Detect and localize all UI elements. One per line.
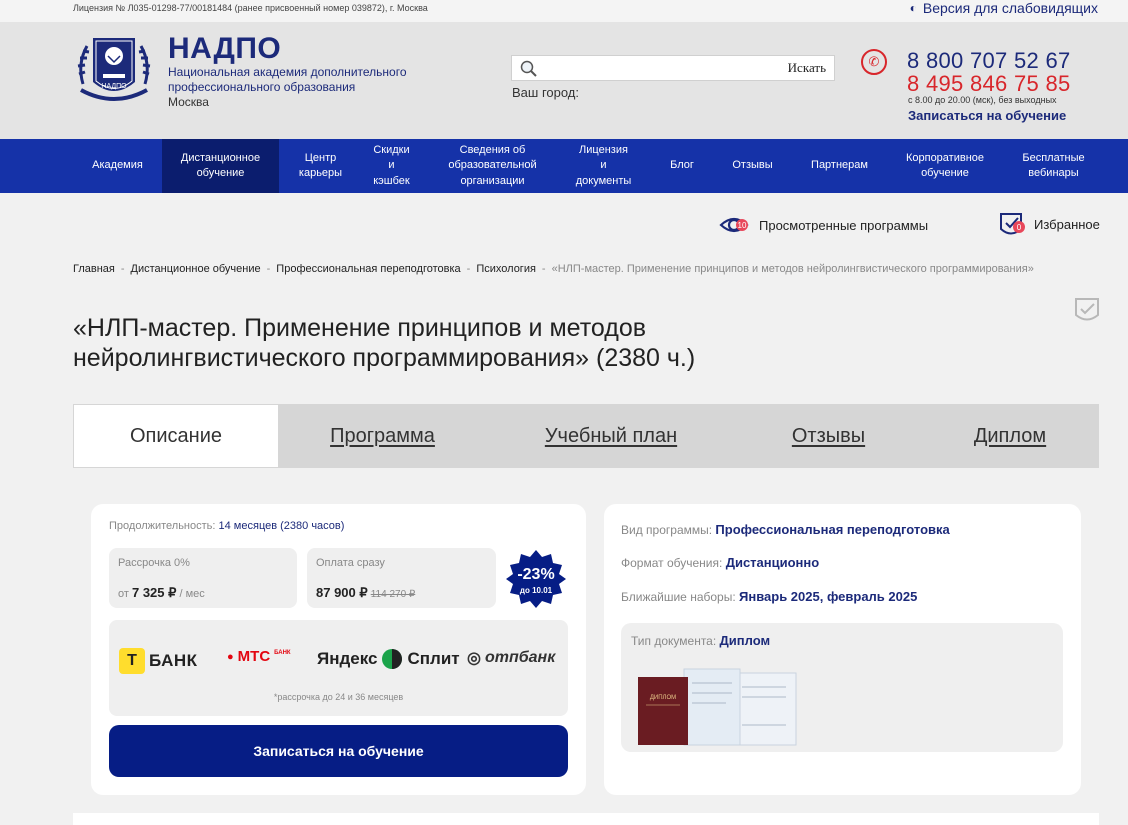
installment-price: от 7 325 ₽ / мес <box>118 585 205 600</box>
discount-badge: -23% до 10.01 <box>505 548 567 610</box>
signup-button[interactable]: Записаться на обучение <box>109 725 568 777</box>
svg-text:НАДПО: НАДПО <box>101 83 127 90</box>
breadcrumb-separator: - <box>266 263 271 275</box>
breadcrumb-distance-learning[interactable]: Дистанционное обучение <box>131 263 261 275</box>
phone-icon: ✆ <box>861 49 887 75</box>
document-box: Тип документа: Диплом ДИПЛОМ <box>621 623 1063 752</box>
brand-name[interactable]: НАДПО <box>168 32 281 66</box>
breadcrumb-home[interactable]: Главная <box>73 263 115 275</box>
viewed-programs-label: Просмотренные программы <box>759 217 929 233</box>
diploma-image[interactable]: ДИПЛОМ <box>636 663 806 748</box>
split-icon <box>382 649 403 669</box>
tab-description[interactable]: Описание <box>74 405 278 467</box>
next-intake: Ближайшие наборы: Январь 2025, февраль 2… <box>621 589 918 604</box>
favorites-shield-icon: 0 <box>999 211 1025 237</box>
search-button[interactable]: Искать <box>788 60 826 76</box>
add-to-favorites-icon[interactable] <box>1074 296 1100 324</box>
installment-note: *рассрочка до 24 и 36 месяцев <box>273 692 404 702</box>
breadcrumb-separator: - <box>466 263 471 275</box>
nav-item-blog[interactable]: Блог <box>643 139 721 193</box>
nav-item-distance-learning[interactable]: Дистанционное обучение <box>162 139 279 193</box>
installment-label: Рассрочка 0% <box>118 557 190 569</box>
tbank-logo: Т БАНК <box>119 648 198 674</box>
nav-item-org-info[interactable]: Сведения об образовательной организации <box>421 139 564 193</box>
study-format: Формат обучения: Дистанционно <box>621 555 820 570</box>
partner-banks: Т БАНК ● МТС БАНК Яндекс Сплит ◎ отпбанк… <box>109 620 568 716</box>
full-payment-label: Оплата сразу <box>316 557 385 569</box>
breadcrumb: Главная - Дистанционное обучение - Профе… <box>73 263 1034 275</box>
accessibility-label: Версия для слабовидящих <box>922 0 1098 16</box>
header-signup-link[interactable]: Записаться на обучение <box>908 108 1066 123</box>
nav-item-academy[interactable]: Академия <box>73 139 162 193</box>
search-input[interactable] <box>546 59 776 77</box>
viewed-eye-icon: 10 <box>719 212 749 238</box>
breadcrumb-current: «НЛП-мастер. Применение принципов и мето… <box>551 263 1034 275</box>
discount-percent: -23% <box>517 566 555 583</box>
discount-until: до 10.01 <box>519 586 553 595</box>
otpbank-logo: ◎ отпбанк <box>467 649 556 667</box>
document-type: Тип документа: Диплом <box>631 633 771 648</box>
logo-emblem-icon[interactable]: НАДПО <box>73 34 155 108</box>
search-icon <box>520 60 537 77</box>
favorites-count-badge: 0 <box>1013 221 1025 233</box>
pricing-card: Продолжительность: 14 месяцев (2380 часо… <box>91 504 586 795</box>
nav-item-reviews[interactable]: Отзывы <box>721 139 784 193</box>
favorites-link[interactable]: 0 Избранное <box>999 211 1100 237</box>
program-tabs: Описание Программа Учебный план Отзывы Д… <box>73 404 1099 468</box>
accessibility-link[interactable]: ◐ Версия для слабовидящих <box>910 0 1098 16</box>
next-section-card <box>73 813 1099 825</box>
nav-item-corporate[interactable]: Корпоративное обучение <box>895 139 995 193</box>
search-box: Искать <box>511 55 835 81</box>
program-type: Вид программы: Профессиональная переподг… <box>621 522 950 537</box>
viewed-count-badge: 10 <box>736 219 748 231</box>
breadcrumb-separator: - <box>120 263 125 275</box>
viewed-programs-link[interactable]: 10 Просмотренные программы <box>719 212 928 238</box>
city-selector[interactable]: Ваш город: <box>512 85 579 100</box>
program-info-card: Вид программы: Профессиональная переподг… <box>604 504 1081 795</box>
nav-item-partners[interactable]: Партнерам <box>784 139 895 193</box>
brand-city: Москва <box>168 95 209 109</box>
phone-hours: с 8.00 до 20.00 (мск), без выходных <box>908 95 1057 105</box>
eye-icon: ◐ <box>909 1 917 15</box>
breadcrumb-retraining[interactable]: Профессиональная переподготовка <box>276 263 460 275</box>
top-strip: Лицензия № Л035-01298-77/00181484 (ранее… <box>0 0 1128 22</box>
full-payment-box: Оплата сразу 87 900 ₽ 114 270 ₽ <box>307 548 496 608</box>
tab-program[interactable]: Программа <box>278 405 487 467</box>
header: НАДПО НАДПО Национальная академия дополн… <box>0 22 1128 139</box>
main-nav: Академия Дистанционное обучение Центр ка… <box>0 139 1128 193</box>
duration: Продолжительность: 14 месяцев (2380 часо… <box>109 520 345 532</box>
svg-text:ДИПЛОМ: ДИПЛОМ <box>650 695 676 701</box>
old-price: 114 270 ₽ <box>370 589 416 600</box>
brand-description: Национальная академия дополнительного пр… <box>168 65 407 94</box>
phone-number-moscow[interactable]: 8 495 846 75 85 <box>907 71 1071 97</box>
favorites-label: Избранное <box>1034 216 1100 232</box>
tab-reviews[interactable]: Отзывы <box>735 405 922 467</box>
tab-diploma[interactable]: Диплом <box>922 405 1098 467</box>
tbank-icon: Т <box>119 648 145 674</box>
full-payment-price: 87 900 ₽ 114 270 ₽ <box>316 585 416 600</box>
license-text: Лицензия № Л035-01298-77/00181484 (ранее… <box>73 3 428 13</box>
mtsbank-logo: ● МТС БАНК <box>227 648 291 665</box>
yandex-split-logo: Яндекс Сплит <box>317 649 460 669</box>
installment-box: Рассрочка 0% от 7 325 ₽ / мес <box>109 548 297 608</box>
nav-item-career-center[interactable]: Центр карьеры <box>279 139 362 193</box>
page-title: «НЛП-мастер. Применение принципов и мето… <box>73 314 696 372</box>
nav-item-discounts[interactable]: Скидки и кэшбек <box>362 139 421 193</box>
nav-item-webinars[interactable]: Бесплатные вебинары <box>995 139 1112 193</box>
nav-item-license[interactable]: Лицензия и документы <box>564 139 643 193</box>
breadcrumb-separator: - <box>541 263 546 275</box>
tab-curriculum[interactable]: Учебный план <box>487 405 735 467</box>
breadcrumb-psychology[interactable]: Психология <box>476 263 536 275</box>
